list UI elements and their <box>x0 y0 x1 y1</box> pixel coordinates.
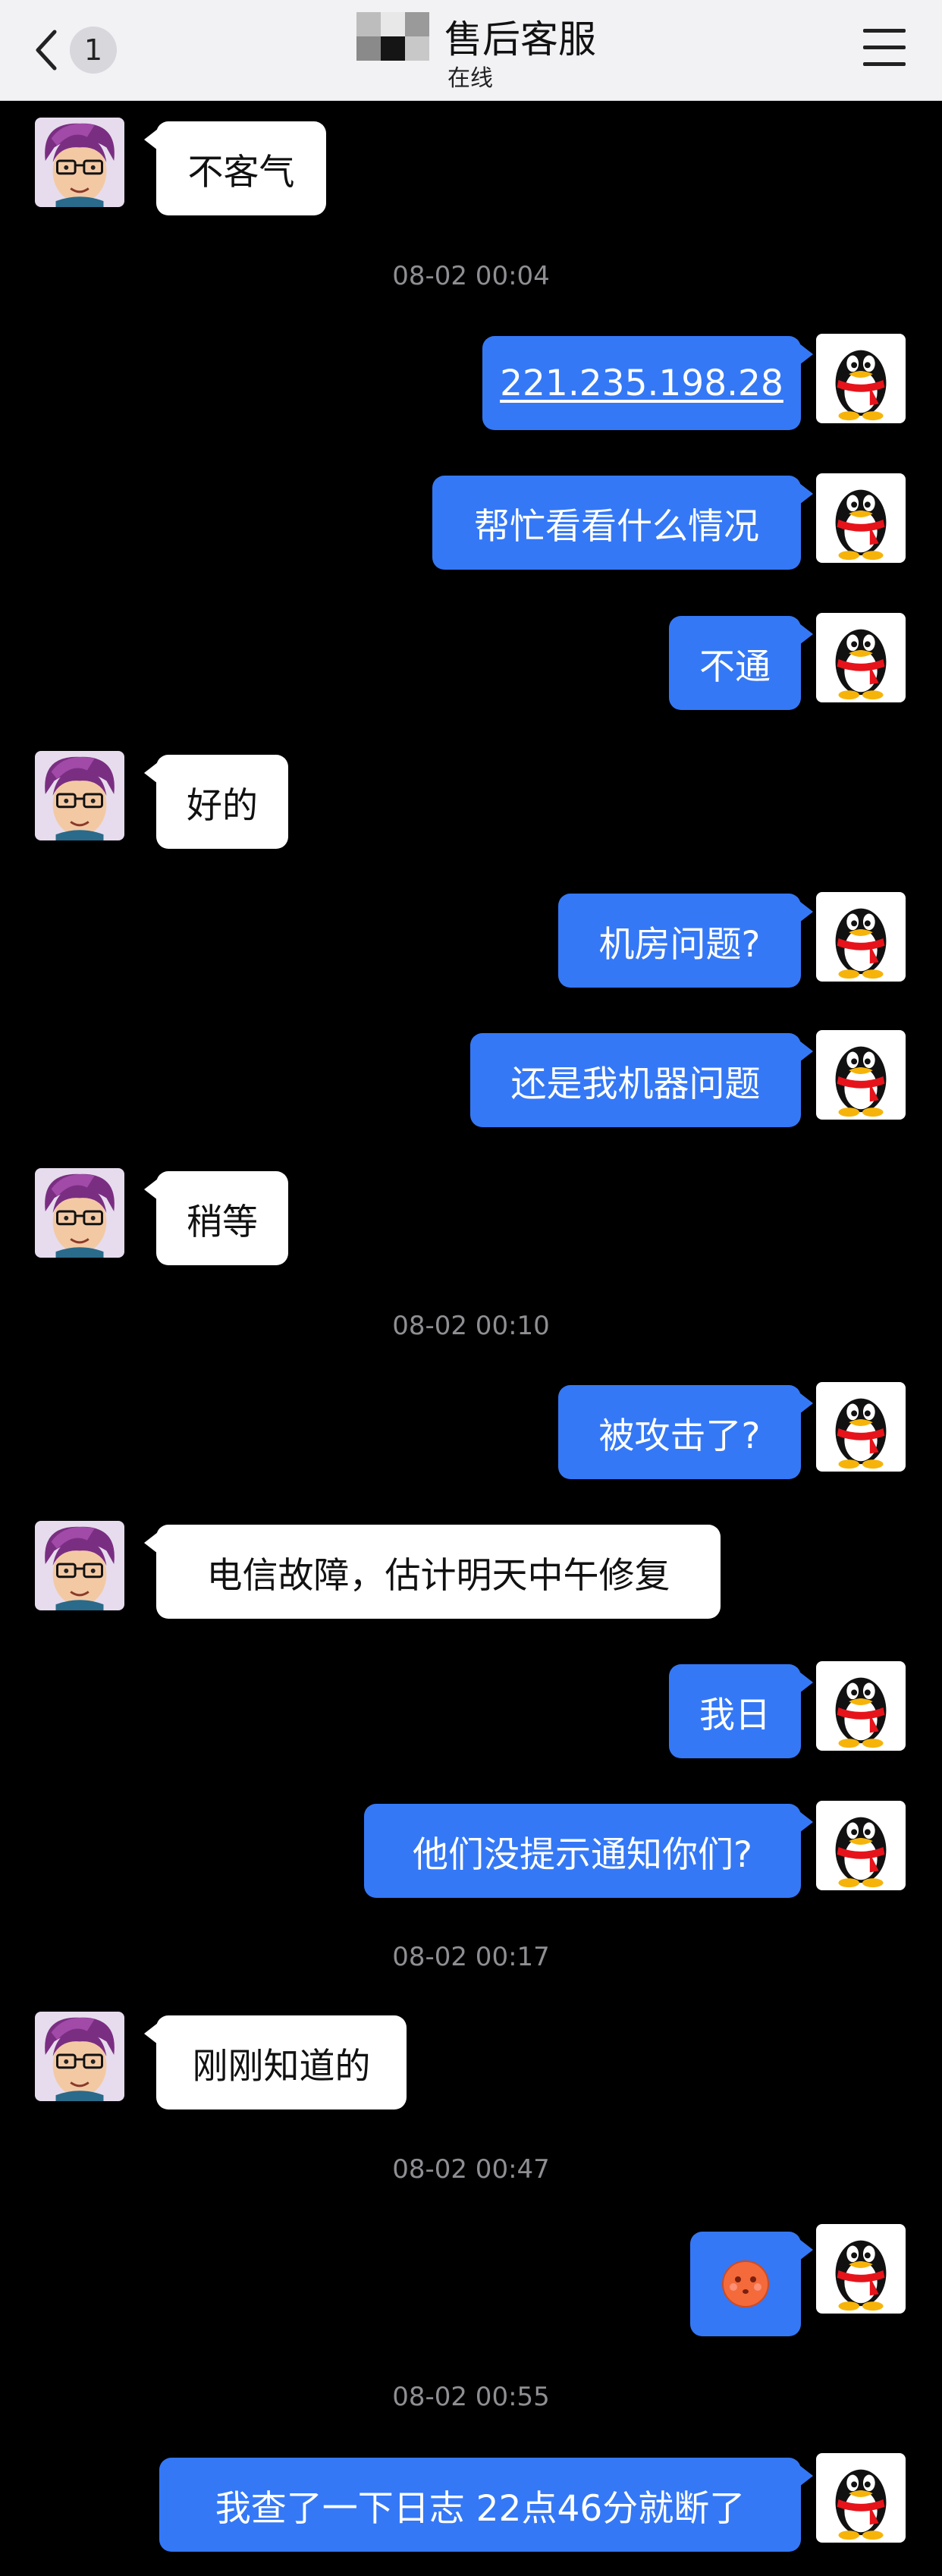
chevron-left-icon <box>36 30 57 71</box>
my-avatar[interactable] <box>816 2224 906 2314</box>
chat-title: 售后客服 <box>444 17 596 61</box>
agent-message[interactable]: 稍等 <box>144 1171 288 1265</box>
my-avatar[interactable] <box>816 334 906 423</box>
timestamp: 08-02 00:47 <box>392 2154 550 2185</box>
agent-avatar[interactable] <box>35 2012 124 2101</box>
back-button[interactable]: 1 <box>30 23 121 77</box>
my-message[interactable]: 还是我机器问题 <box>470 1033 813 1127</box>
agent-avatar[interactable] <box>35 1168 124 1258</box>
agent-message[interactable]: 电信故障，估计明天中午修复 <box>144 1525 721 1619</box>
timestamp: 08-02 00:17 <box>392 1942 550 1972</box>
my-message[interactable]: 我查了一下日志 22点46分就断了 <box>159 2458 813 2552</box>
timestamp: 08-02 00:04 <box>392 261 550 291</box>
agent-message[interactable]: 好的 <box>144 755 288 849</box>
my-message[interactable]: 帮忙看看什么情况 <box>432 476 813 570</box>
my-message[interactable]: 不通 <box>669 616 813 710</box>
my-message-ip-link[interactable]: 221.235.198.28 <box>482 336 813 430</box>
my-emoji-message[interactable] <box>690 2232 813 2336</box>
agent-avatar[interactable] <box>35 118 124 207</box>
chat-header: 1 售后客服 在线 <box>0 0 942 101</box>
my-avatar[interactable] <box>816 2453 906 2543</box>
agent-message[interactable]: 不客气 <box>144 121 326 215</box>
agent-message[interactable]: 刚刚知道的 <box>144 2015 407 2109</box>
unread-count-badge: 1 <box>70 27 117 74</box>
my-avatar[interactable] <box>816 473 906 563</box>
sad-face-emoji-icon <box>722 2260 769 2307</box>
agent-avatar[interactable] <box>35 751 124 840</box>
timestamp: 08-02 00:55 <box>392 2382 550 2412</box>
my-message[interactable]: 机房问题? <box>558 894 813 988</box>
online-status: 在线 <box>447 65 493 92</box>
my-avatar[interactable] <box>816 892 906 982</box>
my-avatar[interactable] <box>816 1030 906 1120</box>
contact-avatar <box>356 12 429 61</box>
my-avatar[interactable] <box>816 1801 906 1890</box>
agent-avatar[interactable] <box>35 1521 124 1610</box>
my-avatar[interactable] <box>816 613 906 702</box>
my-message[interactable]: 他们没提示通知你们? <box>364 1804 813 1898</box>
my-message[interactable]: 被攻击了? <box>558 1385 813 1479</box>
menu-icon[interactable] <box>863 29 906 68</box>
my-avatar[interactable] <box>816 1382 906 1472</box>
timestamp: 08-02 00:10 <box>392 1311 550 1341</box>
my-message[interactable]: 我日 <box>669 1664 813 1758</box>
my-avatar[interactable] <box>816 1661 906 1751</box>
